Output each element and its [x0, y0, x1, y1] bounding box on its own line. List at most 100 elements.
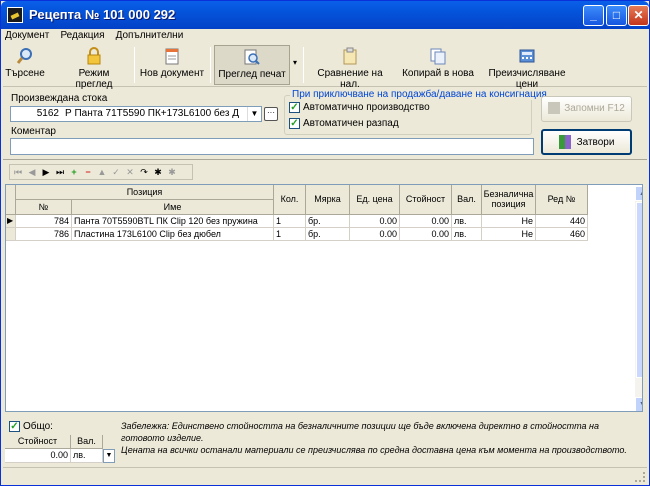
- column-header-qty[interactable]: Кол.: [274, 185, 306, 215]
- table-cell[interactable]: Панта 70T5590BTL ПК Clip 120 без пружина: [72, 215, 274, 228]
- grid-indicator-header: [6, 185, 16, 215]
- menu-additional[interactable]: Допълнителни: [112, 29, 188, 43]
- table-cell[interactable]: лв.: [452, 215, 482, 228]
- refresh-icon[interactable]: ↷: [138, 166, 150, 178]
- resize-grip-icon[interactable]: [635, 472, 645, 482]
- delete-record-icon[interactable]: −: [82, 166, 94, 178]
- recalculate-prices-button[interactable]: Преизчисляване цени: [477, 45, 577, 90]
- toolbar-separator: [210, 47, 211, 83]
- totals-area: ✓ Общо: Стойност Вал. 0.00 лв. ▼ Забележ…: [3, 416, 647, 466]
- lock-icon: [87, 47, 101, 65]
- table-cell[interactable]: 786: [16, 228, 72, 241]
- print-preview-dropdown[interactable]: ▾: [290, 45, 300, 85]
- table-cell[interactable]: Не: [482, 228, 536, 241]
- table-cell[interactable]: Пластина 173L6100 Clip без дюбел: [72, 228, 274, 241]
- column-header-currency[interactable]: Вал.: [452, 185, 482, 215]
- compare-stock-button[interactable]: Сравнение на нал.: [308, 45, 392, 90]
- save-f12-button[interactable]: Запомни F12: [541, 96, 632, 122]
- menu-bar: Документ Редакция Допълнителни: [1, 29, 649, 43]
- filter-icon[interactable]: ✱: [166, 166, 178, 178]
- copy-icon: [430, 48, 446, 65]
- total-label: Общо:: [23, 421, 53, 432]
- print-preview-icon: [244, 49, 260, 65]
- menu-document[interactable]: Документ: [1, 29, 53, 43]
- title-bar[interactable]: Рецепта № 101 000 292 _ □ ✕: [1, 1, 649, 29]
- auto-consumption-label: Автоматичен разпад: [303, 118, 399, 129]
- on-sale-options-title: При приключване на продажба/даване на ко…: [290, 89, 549, 100]
- new-document-button[interactable]: Нов документ: [139, 45, 205, 85]
- cancel-edit-icon[interactable]: ✕: [124, 166, 136, 178]
- totals-currency-header: Вал.: [71, 435, 103, 449]
- next-record-icon[interactable]: ▶: [40, 166, 52, 178]
- column-header-cashless[interactable]: Безналична позиция: [482, 185, 536, 215]
- menu-edit[interactable]: Редакция: [56, 29, 108, 43]
- position-group-header: Позиция: [16, 185, 274, 200]
- total-checkbox[interactable]: ✓: [9, 421, 20, 432]
- bookmark-icon[interactable]: ✱: [152, 166, 164, 178]
- column-header-unit[interactable]: Мярка: [306, 185, 350, 215]
- edit-record-icon[interactable]: ▲: [96, 166, 108, 178]
- table-cell[interactable]: 0.00: [400, 228, 452, 241]
- scroll-down-icon[interactable]: ▼: [635, 397, 642, 411]
- table-cell[interactable]: Не: [482, 215, 536, 228]
- window-title: Рецепта № 101 000 292: [29, 7, 176, 22]
- table-cell[interactable]: 1: [274, 215, 306, 228]
- auto-consumption-checkbox[interactable]: ✓: [289, 118, 300, 129]
- totals-value: 0.00: [5, 449, 71, 463]
- column-header-row-no[interactable]: Ред №: [536, 185, 588, 215]
- totals-currency: лв.: [71, 449, 103, 463]
- close-window-button[interactable]: ✕: [628, 5, 649, 26]
- status-bar: [3, 467, 647, 484]
- copy-to-new-button[interactable]: Копирай в нова: [401, 45, 475, 85]
- on-sale-options-group: [284, 95, 532, 135]
- first-record-icon[interactable]: ⏮: [12, 166, 24, 178]
- close-button[interactable]: Затвори: [541, 129, 632, 155]
- insert-record-icon[interactable]: +: [68, 166, 80, 178]
- new-document-icon: [165, 48, 179, 65]
- prior-record-icon[interactable]: ◀: [26, 166, 38, 178]
- exit-door-icon: [558, 135, 571, 150]
- vertical-scrollbar[interactable]: ▲ ▼: [635, 186, 642, 411]
- table-cell[interactable]: лв.: [452, 228, 482, 241]
- table-cell[interactable]: 460: [536, 228, 588, 241]
- produced-item-name: Р Панта 71T5590 ПК+173L6100 без Д: [65, 108, 239, 119]
- table-cell[interactable]: 0.00: [400, 215, 452, 228]
- comment-input[interactable]: [10, 138, 534, 155]
- magnifier-icon: [16, 48, 32, 64]
- record-navigator: ⏮ ◀ ▶ ⏭ + − ▲ ✓ ✕ ↷ ✱ ✱: [9, 164, 193, 180]
- scrollbar-thumb[interactable]: [636, 202, 642, 378]
- table-cell[interactable]: 0.00: [350, 228, 400, 241]
- search-button[interactable]: Търсене: [5, 45, 45, 85]
- divider: [3, 159, 647, 160]
- row-indicator: [6, 228, 16, 241]
- toolbar-separator: [134, 47, 135, 83]
- chevron-down-icon[interactable]: ▼: [247, 107, 261, 121]
- scroll-up-icon[interactable]: ▲: [635, 186, 642, 201]
- app-icon: [7, 7, 23, 23]
- produced-item-label: Произвеждана стока: [11, 93, 108, 104]
- last-record-icon[interactable]: ⏭: [54, 166, 66, 178]
- table-cell[interactable]: 0.00: [350, 215, 400, 228]
- auto-production-checkbox[interactable]: ✓: [289, 102, 300, 113]
- maximize-button[interactable]: □: [606, 5, 627, 26]
- view-mode-button[interactable]: Режим преглед: [59, 45, 129, 90]
- chevron-down-icon[interactable]: ▼: [103, 449, 115, 463]
- column-header-name[interactable]: Име: [72, 200, 274, 215]
- table-cell[interactable]: 440: [536, 215, 588, 228]
- post-edit-icon[interactable]: ✓: [110, 166, 122, 178]
- table-cell[interactable]: бр.: [306, 228, 350, 241]
- table-cell[interactable]: бр.: [306, 215, 350, 228]
- column-header-unit-price[interactable]: Ед. цена: [350, 185, 400, 215]
- note-line-2: Цената на всички останали материали се п…: [121, 445, 627, 455]
- produced-item-combo[interactable]: 5162 Р Панта 71T5590 ПК+173L6100 без Д ▼: [10, 106, 262, 122]
- print-preview-button[interactable]: Преглед печат: [214, 45, 290, 85]
- minimize-button[interactable]: _: [583, 5, 604, 26]
- table-cell[interactable]: 1: [274, 228, 306, 241]
- column-header-value[interactable]: Стойност: [400, 185, 452, 215]
- produced-item-code: 5162: [36, 108, 59, 119]
- browse-ellipsis-button[interactable]: ···: [264, 107, 278, 121]
- column-header-no[interactable]: №: [16, 200, 72, 215]
- totals-value-header: Стойност: [5, 435, 71, 449]
- note-line-1: Забележка: Единствено стойността на безн…: [121, 421, 599, 443]
- table-cell[interactable]: 784: [16, 215, 72, 228]
